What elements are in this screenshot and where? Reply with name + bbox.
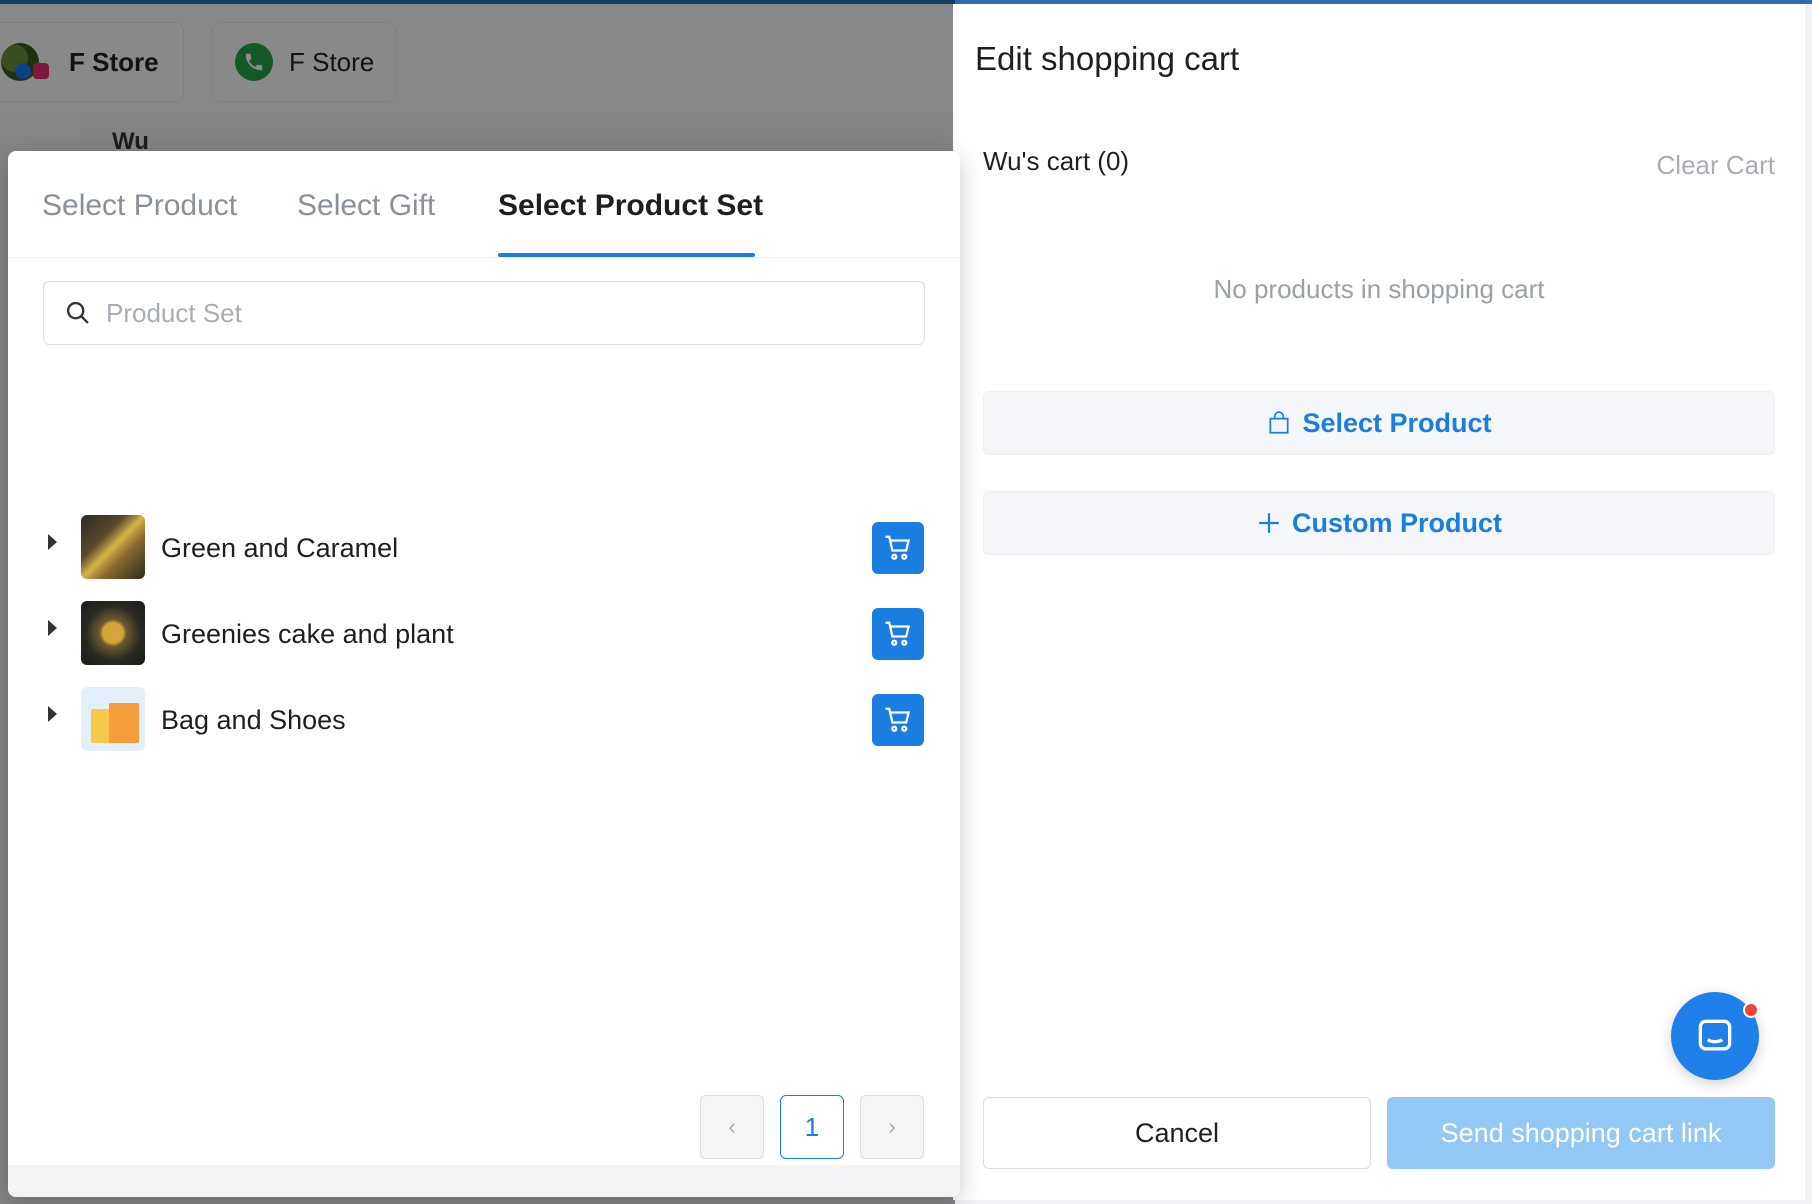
cart-label: Wu's cart (0) [983, 146, 1130, 176]
product-set-search[interactable] [43, 281, 925, 345]
pagination-page-1[interactable]: 1 [780, 1095, 844, 1159]
add-set-to-cart-button[interactable] [872, 608, 924, 660]
add-set-to-cart-button[interactable] [872, 522, 924, 574]
edit-cart-drawer: Edit shopping cart Wu's cart (0) Clear C… [953, 4, 1805, 1200]
tab-select-product-set[interactable]: Select Product Set [498, 189, 763, 223]
search-input[interactable] [106, 297, 886, 329]
chat-icon [1698, 1019, 1732, 1051]
product-set-thumbnail [81, 601, 145, 665]
product-set-thumbnail [81, 687, 145, 751]
active-tab-indicator [498, 253, 755, 257]
select-product-label: Select Product [1302, 407, 1492, 438]
tab-select-product[interactable]: Select Product [42, 189, 237, 223]
list-item: Bag and Shoes [8, 673, 960, 759]
panel-footer [8, 1165, 960, 1197]
product-set-name: Greenies cake and plant [161, 619, 454, 649]
clear-cart-button[interactable]: Clear Cart [1657, 150, 1775, 181]
cart-icon [885, 707, 911, 732]
custom-product-button[interactable]: Custom Product [983, 491, 1775, 555]
send-cart-link-button[interactable]: Send shopping cart link [1387, 1097, 1775, 1169]
picker-tabs: Select Product Select Gift Select Produc… [8, 151, 960, 258]
pagination-next-button[interactable]: › [860, 1095, 924, 1159]
drawer-title: Edit shopping cart [975, 40, 1240, 77]
tab-select-gift[interactable]: Select Gift [297, 189, 435, 223]
product-set-name: Bag and Shoes [161, 705, 346, 735]
select-product-button[interactable]: Select Product [983, 391, 1775, 455]
expand-caret-icon[interactable] [48, 534, 57, 550]
product-set-thumbnail [81, 515, 145, 579]
list-item: Greenies cake and plant [8, 587, 960, 673]
list-item: Green and Caramel [8, 501, 960, 587]
product-set-name: Green and Caramel [161, 533, 399, 563]
cart-icon [885, 621, 911, 646]
custom-product-label: Custom Product [1291, 507, 1502, 538]
cancel-button[interactable]: Cancel [983, 1097, 1371, 1169]
expand-caret-icon[interactable] [48, 706, 57, 722]
product-picker-panel: Select Product Select Gift Select Produc… [8, 151, 960, 1197]
add-set-to-cart-button[interactable] [872, 694, 924, 746]
expand-caret-icon[interactable] [48, 620, 57, 636]
cart-icon [885, 535, 911, 560]
empty-cart-message: No products in shopping cart [1213, 274, 1545, 304]
shopping-bag-icon [1269, 411, 1290, 434]
notification-dot [1743, 1002, 1759, 1018]
pagination-prev-button[interactable]: ‹ [700, 1095, 764, 1159]
plus-icon [1259, 513, 1279, 533]
search-icon [66, 301, 89, 324]
